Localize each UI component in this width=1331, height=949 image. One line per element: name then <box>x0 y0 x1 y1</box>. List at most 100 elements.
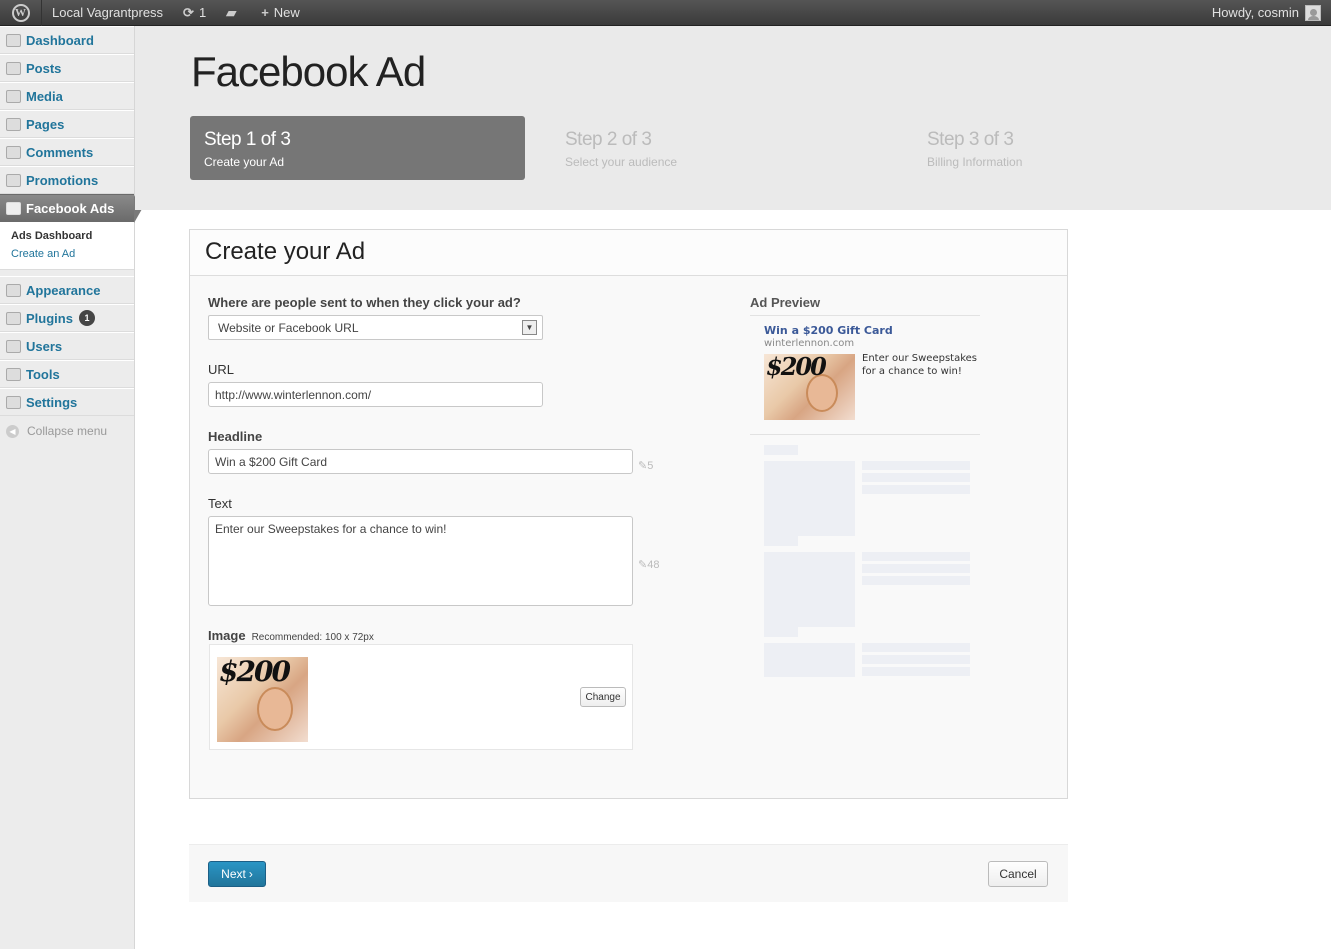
users-icon <box>6 339 21 353</box>
dashboard-icon <box>6 33 21 47</box>
image-box: $200 Change <box>209 644 633 750</box>
create-ad-card: Create your Ad Where are people sent to … <box>189 229 1068 799</box>
step-3-title: Step 3 of 3 <box>927 129 1014 150</box>
next-button[interactable]: Next › <box>208 861 266 887</box>
destination-label: Where are people sent to when they click… <box>208 295 521 310</box>
sidebar-item-label: Dashboard <box>26 32 94 48</box>
preview-url: winterlennon.com <box>764 338 855 349</box>
settings-icon <box>6 395 21 409</box>
preview-placeholder-block <box>764 643 855 677</box>
sidebar-item-pages[interactable]: Pages <box>0 110 134 138</box>
sidebar-item-tools[interactable]: Tools <box>0 360 134 388</box>
sidebar-item-label: Posts <box>26 60 62 76</box>
headline-count-value: 5 <box>647 460 654 472</box>
preview-placeholder-block <box>862 461 970 470</box>
preview-placeholder-block <box>862 643 970 652</box>
preview-placeholder-block <box>764 445 798 455</box>
step-1-title: Step 1 of 3 <box>204 129 291 150</box>
admin-bar: W Local Vagrantpress ⟳ 1 ▰ + New Howdy, co… <box>0 0 1331 26</box>
comment-bubble-icon: ▰ <box>226 4 237 20</box>
sidebar-item-posts[interactable]: Posts <box>0 54 134 82</box>
ad-preview: Win a $200 Gift Card winterlennon.com $2… <box>750 315 980 435</box>
sidebar-item-media[interactable]: Media <box>0 82 134 110</box>
destination-value: Website or Facebook URL <box>218 321 359 335</box>
pages-icon <box>6 117 21 131</box>
facebook-ads-submenu: Ads Dashboard Create an Ad <box>0 222 134 270</box>
preview-placeholder-block <box>862 485 970 494</box>
preview-placeholder-block <box>764 627 798 637</box>
image-label: Image <box>208 628 246 643</box>
dropdown-arrow-icon: ▼ <box>522 320 537 335</box>
preview-placeholder-block <box>862 552 970 561</box>
sidebar-item-settings[interactable]: Settings <box>0 388 134 416</box>
refresh-icon: ⟳ <box>183 4 194 20</box>
submenu-item-ads-dashboard[interactable]: Ads Dashboard <box>0 227 134 245</box>
headline-char-count: ✎5 <box>638 460 654 472</box>
card-title: Create your Ad <box>190 230 1067 276</box>
new-content-link[interactable]: + New <box>251 0 310 26</box>
collapse-menu-label: Collapse menu <box>27 424 108 438</box>
sidebar-item-appearance[interactable]: Appearance <box>0 276 134 304</box>
sidebar-item-dashboard[interactable]: Dashboard <box>0 26 134 54</box>
sidebar-item-promotions[interactable]: Promotions <box>0 166 134 194</box>
plugins-update-badge: 1 <box>78 310 95 326</box>
sidebar-item-label: Facebook Ads <box>26 200 115 216</box>
text-textarea[interactable]: Enter our Sweepstakes for a chance to wi… <box>208 516 633 606</box>
sidebar-item-label: Plugins <box>26 310 73 326</box>
page-header: Facebook Ad Step 1 of 3 Create your Ad S… <box>135 26 1331 210</box>
image-recommended: Recommended: 100 x 72px <box>251 632 374 643</box>
comment-icon <box>6 145 21 159</box>
step-2-subtitle: Select your audience <box>565 155 678 169</box>
step-1-subtitle: Create your Ad <box>204 155 285 169</box>
sidebar-item-label: Comments <box>26 144 94 160</box>
url-label: URL <box>208 362 235 377</box>
submenu-item-create-an-ad[interactable]: Create an Ad <box>0 245 134 263</box>
url-input[interactable]: http://www.winterlennon.com/ <box>208 382 543 407</box>
headline-label: Headline <box>208 429 263 444</box>
next-label: Next <box>221 867 246 881</box>
howdy-text: Howdy, cosmin <box>1211 5 1299 20</box>
preview-image-text: $200 <box>766 354 827 381</box>
updates-link[interactable]: ⟳ 1 <box>173 0 216 26</box>
preview-placeholder-block <box>764 536 798 546</box>
preview-placeholder-block <box>764 552 855 627</box>
preview-headline[interactable]: Win a $200 Gift Card <box>764 324 893 337</box>
sidebar-item-label: Appearance <box>26 282 101 298</box>
change-image-button[interactable]: Change <box>580 687 626 707</box>
text-label: Text <box>208 496 232 511</box>
sidebar-item-label: Users <box>26 338 63 354</box>
media-icon <box>6 89 21 103</box>
cancel-button[interactable]: Cancel <box>988 861 1048 887</box>
step-3-subtitle: Billing Information <box>927 155 1023 169</box>
text-count-value: 48 <box>647 559 660 571</box>
site-name-link[interactable]: Local Vagrantpress <box>42 0 173 26</box>
collapse-arrow-icon: ◀ <box>6 424 19 438</box>
sidebar-item-comments[interactable]: Comments <box>0 138 134 166</box>
my-account-link[interactable]: Howdy, cosmin <box>1202 0 1331 26</box>
destination-select[interactable]: Website or Facebook URL ▼ <box>208 315 543 340</box>
preview-placeholder-block <box>862 576 970 585</box>
headline-input[interactable]: Win a $200 Gift Card <box>208 449 633 474</box>
preview-text: Enter our Sweepstakes for a chance to wi… <box>862 353 977 377</box>
wordpress-logo-icon[interactable]: W <box>0 0 42 26</box>
sidebar-item-plugins[interactable]: Plugins 1 <box>0 304 134 332</box>
sidebar-item-label: Media <box>26 88 63 104</box>
sidebar-item-label: Promotions <box>26 172 99 188</box>
tools-icon <box>6 367 21 381</box>
sidebar-item-facebook-ads[interactable]: Facebook Ads <box>0 194 142 223</box>
collapse-menu-button[interactable]: ◀ Collapse menu <box>0 416 134 446</box>
plus-icon: + <box>261 5 269 20</box>
ad-image-text: $200 <box>219 657 291 688</box>
text-char-count: ✎48 <box>638 559 660 571</box>
pin-icon <box>6 61 21 75</box>
ad-preview-label: Ad Preview <box>750 295 821 310</box>
form-footer: Next › Cancel <box>189 844 1068 902</box>
page-title: Facebook Ad <box>191 48 426 95</box>
sidebar-item-label: Pages <box>26 116 65 132</box>
sidebar-item-users[interactable]: Users <box>0 332 134 360</box>
step-2-title: Step 2 of 3 <box>565 129 652 150</box>
comments-link[interactable]: ▰ <box>216 0 251 26</box>
chevron-right-icon: › <box>248 867 253 881</box>
avatar <box>1305 4 1321 21</box>
image-label-row: Image Recommended: 100 x 72px <box>208 628 374 643</box>
